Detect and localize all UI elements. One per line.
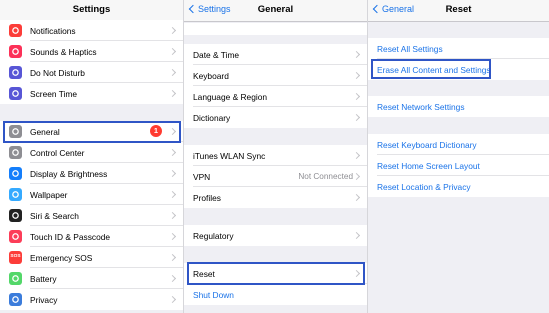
settings-item-screen-time[interactable]: Screen Time <box>0 83 183 104</box>
settings-item-control-center[interactable]: Control Center <box>0 142 183 163</box>
settings-item-wallpaper[interactable]: Wallpaper <box>0 184 183 205</box>
reset-item-reset-all-settings[interactable]: Reset All Settings <box>368 38 549 59</box>
row-label: Reset <box>193 268 215 279</box>
row-label: Display & Brightness <box>30 168 108 179</box>
battery-icon <box>9 272 22 285</box>
settings-item-siri-and-search[interactable]: Siri & Search <box>0 205 183 226</box>
settings-item-battery[interactable]: Battery <box>0 268 183 289</box>
general-item-profiles[interactable]: Profiles <box>184 187 367 208</box>
row-label: Do Not Disturb <box>30 67 85 78</box>
reset-item-reset-home-screen-layout[interactable]: Reset Home Screen Layout <box>368 155 549 176</box>
row-label: Screen Time <box>30 88 78 99</box>
row-label: Regulatory <box>193 230 234 241</box>
settings-item-notifications[interactable]: Notifications <box>0 20 183 41</box>
row-label: Reset Location & Privacy <box>377 181 471 192</box>
row-label: Reset Network Settings <box>377 101 465 112</box>
row-label: Sounds & Haptics <box>30 46 97 57</box>
row-label: Control Center <box>30 147 85 158</box>
row-label: Language & Region <box>193 91 268 102</box>
general-item-shut-down[interactable]: Shut Down <box>184 284 367 305</box>
flower-icon <box>9 188 22 201</box>
settings-navbar: Settings <box>0 0 183 22</box>
row-label: Wallpaper <box>30 189 68 200</box>
reset-item-reset-location-and-privacy[interactable]: Reset Location & Privacy <box>368 176 549 197</box>
row-label: Touch ID & Passcode <box>30 231 111 242</box>
settings-item-general[interactable]: General 1 <box>0 121 183 142</box>
reset-item-reset-network-settings[interactable]: Reset Network Settings <box>368 96 549 117</box>
page-title: Settings <box>72 4 111 15</box>
general-panel: Settings General Date & Time Keyboard Lang… <box>183 0 367 313</box>
general-item-itunes-wlan-sync[interactable]: iTunes WLAN Sync <box>184 145 367 166</box>
page-title: General <box>257 4 294 15</box>
hand-icon <box>9 293 22 306</box>
general-item-date-and-time[interactable]: Date & Time <box>184 44 367 65</box>
page-title: Reset <box>445 4 472 15</box>
row-label: Emergency SOS <box>30 252 93 263</box>
reset-navbar: General Reset <box>368 0 549 22</box>
scrolled-row-stub <box>184 23 367 35</box>
notification-badge: 1 <box>150 125 162 137</box>
general-item-language-and-region[interactable]: Language & Region <box>184 86 367 107</box>
toggles-icon <box>9 146 22 159</box>
settings-item-emergency-sos[interactable]: SOS Emergency SOS <box>0 247 183 268</box>
settings-item-sounds-and-haptics[interactable]: Sounds & Haptics <box>0 41 183 62</box>
fingerprint-icon <box>9 230 22 243</box>
row-label: iTunes WLAN Sync <box>193 150 266 161</box>
text-size-icon <box>9 167 22 180</box>
settings-item-display-and-brightness[interactable]: Display & Brightness <box>0 163 183 184</box>
siri-icon <box>9 209 22 222</box>
general-item-dictionary[interactable]: Dictionary <box>184 107 367 128</box>
row-value: Not Connected <box>298 172 353 181</box>
row-label: Date & Time <box>193 49 240 60</box>
general-item-vpn[interactable]: VPN Not Connected <box>184 166 367 187</box>
row-label: Notifications <box>30 25 76 36</box>
row-label: Siri & Search <box>30 210 79 221</box>
settings-panel: Settings Notifications Sounds & Haptics Do… <box>0 0 183 313</box>
notifications-icon <box>9 24 22 37</box>
row-label: Battery <box>30 273 57 284</box>
general-navbar: Settings General <box>184 0 367 22</box>
row-label: Privacy <box>30 294 58 305</box>
row-label: Shut Down <box>193 289 234 300</box>
row-label: Reset All Settings <box>377 43 443 54</box>
gear-icon <box>9 125 22 138</box>
reset-panel: General Reset Reset All Settings Erase Al… <box>367 0 549 313</box>
row-label: VPN <box>193 171 211 182</box>
general-item-reset[interactable]: Reset <box>184 263 367 284</box>
hourglass-icon <box>9 87 22 100</box>
general-item-keyboard[interactable]: Keyboard <box>184 65 367 86</box>
sounds-icon <box>9 45 22 58</box>
row-label: Reset Home Screen Layout <box>377 160 480 171</box>
settings-item-privacy[interactable]: Privacy <box>0 289 183 310</box>
reset-item-reset-keyboard-dictionary[interactable]: Reset Keyboard Dictionary <box>368 134 549 155</box>
row-label: Profiles <box>193 192 221 203</box>
row-label: Reset Keyboard Dictionary <box>377 139 477 150</box>
row-label: Keyboard <box>193 70 229 81</box>
row-label: Dictionary <box>193 112 231 123</box>
row-label: Erase All Content and Settings <box>377 64 491 75</box>
chevron-right-icon <box>352 172 361 181</box>
general-item-regulatory[interactable]: Regulatory <box>184 225 367 246</box>
settings-item-touch-id-and-passcode[interactable]: Touch ID & Passcode <box>0 226 183 247</box>
reset-item-erase-all-content-and-settings[interactable]: Erase All Content and Settings <box>368 59 549 80</box>
moon-icon <box>9 66 22 79</box>
settings-item-do-not-disturb[interactable]: Do Not Disturb <box>0 62 183 83</box>
sos-icon: SOS <box>9 251 22 264</box>
